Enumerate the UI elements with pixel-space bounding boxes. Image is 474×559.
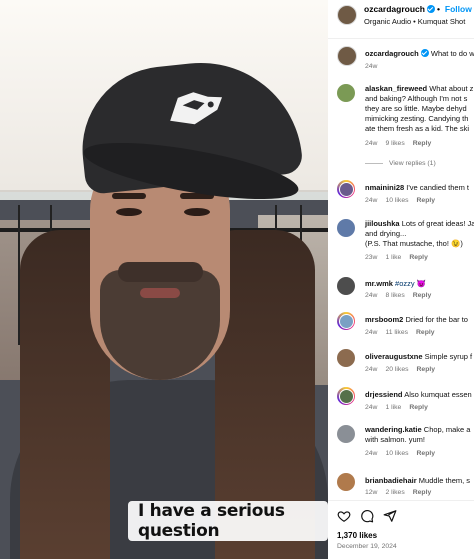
comment-username[interactable]: drjessiend <box>365 390 403 399</box>
reel-video[interactable]: I have a serious question <box>0 0 328 559</box>
verified-icon <box>426 5 435 13</box>
follow-button[interactable]: Follow <box>445 4 472 14</box>
avatar[interactable] <box>337 349 355 367</box>
reply-button[interactable]: Reply <box>409 254 428 261</box>
avatar[interactable] <box>337 5 357 25</box>
avatar[interactable] <box>337 473 355 491</box>
likes-count[interactable]: 10 likes <box>385 197 408 204</box>
comment-username[interactable]: oliveraugustxne <box>365 352 423 361</box>
comment-username[interactable]: nmainini28 <box>365 183 404 192</box>
avatar[interactable] <box>337 312 355 330</box>
avatar[interactable] <box>337 84 355 102</box>
audio-link[interactable]: Organic Audio <box>364 17 411 26</box>
post-header: ozcardagrouch • Follow Organic Audio • Kumqu… <box>328 0 474 39</box>
reply-button[interactable]: Reply <box>409 404 428 411</box>
reply-button[interactable]: Reply <box>413 292 432 299</box>
likes-count[interactable]: 10 likes <box>385 450 408 457</box>
view-replies-button[interactable]: View replies (1) <box>365 160 436 167</box>
video-caption: I have a serious question <box>128 501 328 541</box>
reply-button[interactable]: Reply <box>413 140 432 147</box>
reply-button[interactable]: Reply <box>416 329 435 336</box>
avatar[interactable] <box>337 46 357 66</box>
likes-count[interactable]: 2 likes <box>385 489 404 496</box>
likes-count[interactable]: 11 likes <box>385 329 408 336</box>
comment-username[interactable]: alaskan_fireweed <box>365 84 427 93</box>
hashtag-link[interactable]: #ozzy <box>395 279 415 288</box>
post-viewer: I have a serious question ozcardagrouch •… <box>0 0 474 559</box>
post-actions: 1,370 likes December 19, 2024 <box>328 500 474 559</box>
comment-username[interactable]: jiiloushka <box>365 219 400 228</box>
verified-icon <box>420 49 429 57</box>
comments-panel: ozcardagrouch • Follow Organic Audio • Kumqu… <box>328 0 474 559</box>
share-icon[interactable] <box>383 509 397 523</box>
avatar[interactable] <box>337 425 355 443</box>
likes-count[interactable]: 1,370 likes <box>337 531 377 540</box>
reply-button[interactable]: Reply <box>417 450 436 457</box>
post-date: December 19, 2024 <box>337 543 397 550</box>
likes-count[interactable]: 9 likes <box>385 140 404 147</box>
reply-button[interactable]: Reply <box>417 197 436 204</box>
comment-username[interactable]: wandering.katie <box>365 425 422 434</box>
avatar[interactable] <box>337 180 355 198</box>
heart-icon[interactable] <box>337 509 351 523</box>
avatar[interactable] <box>337 219 355 237</box>
location-link[interactable]: Kumquat Shot <box>418 17 466 26</box>
cap-logo-icon <box>170 92 223 125</box>
mustache <box>118 262 203 282</box>
comment-username[interactable]: brianbadiehair <box>365 476 417 485</box>
avatar[interactable] <box>337 277 355 295</box>
comment-username[interactable]: mr.wmk <box>365 279 393 288</box>
likes-count[interactable]: 1 like <box>385 254 401 261</box>
reply-button[interactable]: Reply <box>413 489 432 496</box>
likes-count[interactable]: 1 like <box>385 404 401 411</box>
reply-button[interactable]: Reply <box>417 366 436 373</box>
comment-username[interactable]: mrsboom2 <box>365 315 403 324</box>
comment-icon[interactable] <box>360 509 374 523</box>
avatar[interactable] <box>337 387 355 405</box>
post-username[interactable]: ozcardagrouch <box>364 4 425 14</box>
caption-username[interactable]: ozcardagrouch <box>365 49 419 58</box>
likes-count[interactable]: 8 likes <box>385 292 404 299</box>
likes-count[interactable]: 20 likes <box>385 366 408 373</box>
